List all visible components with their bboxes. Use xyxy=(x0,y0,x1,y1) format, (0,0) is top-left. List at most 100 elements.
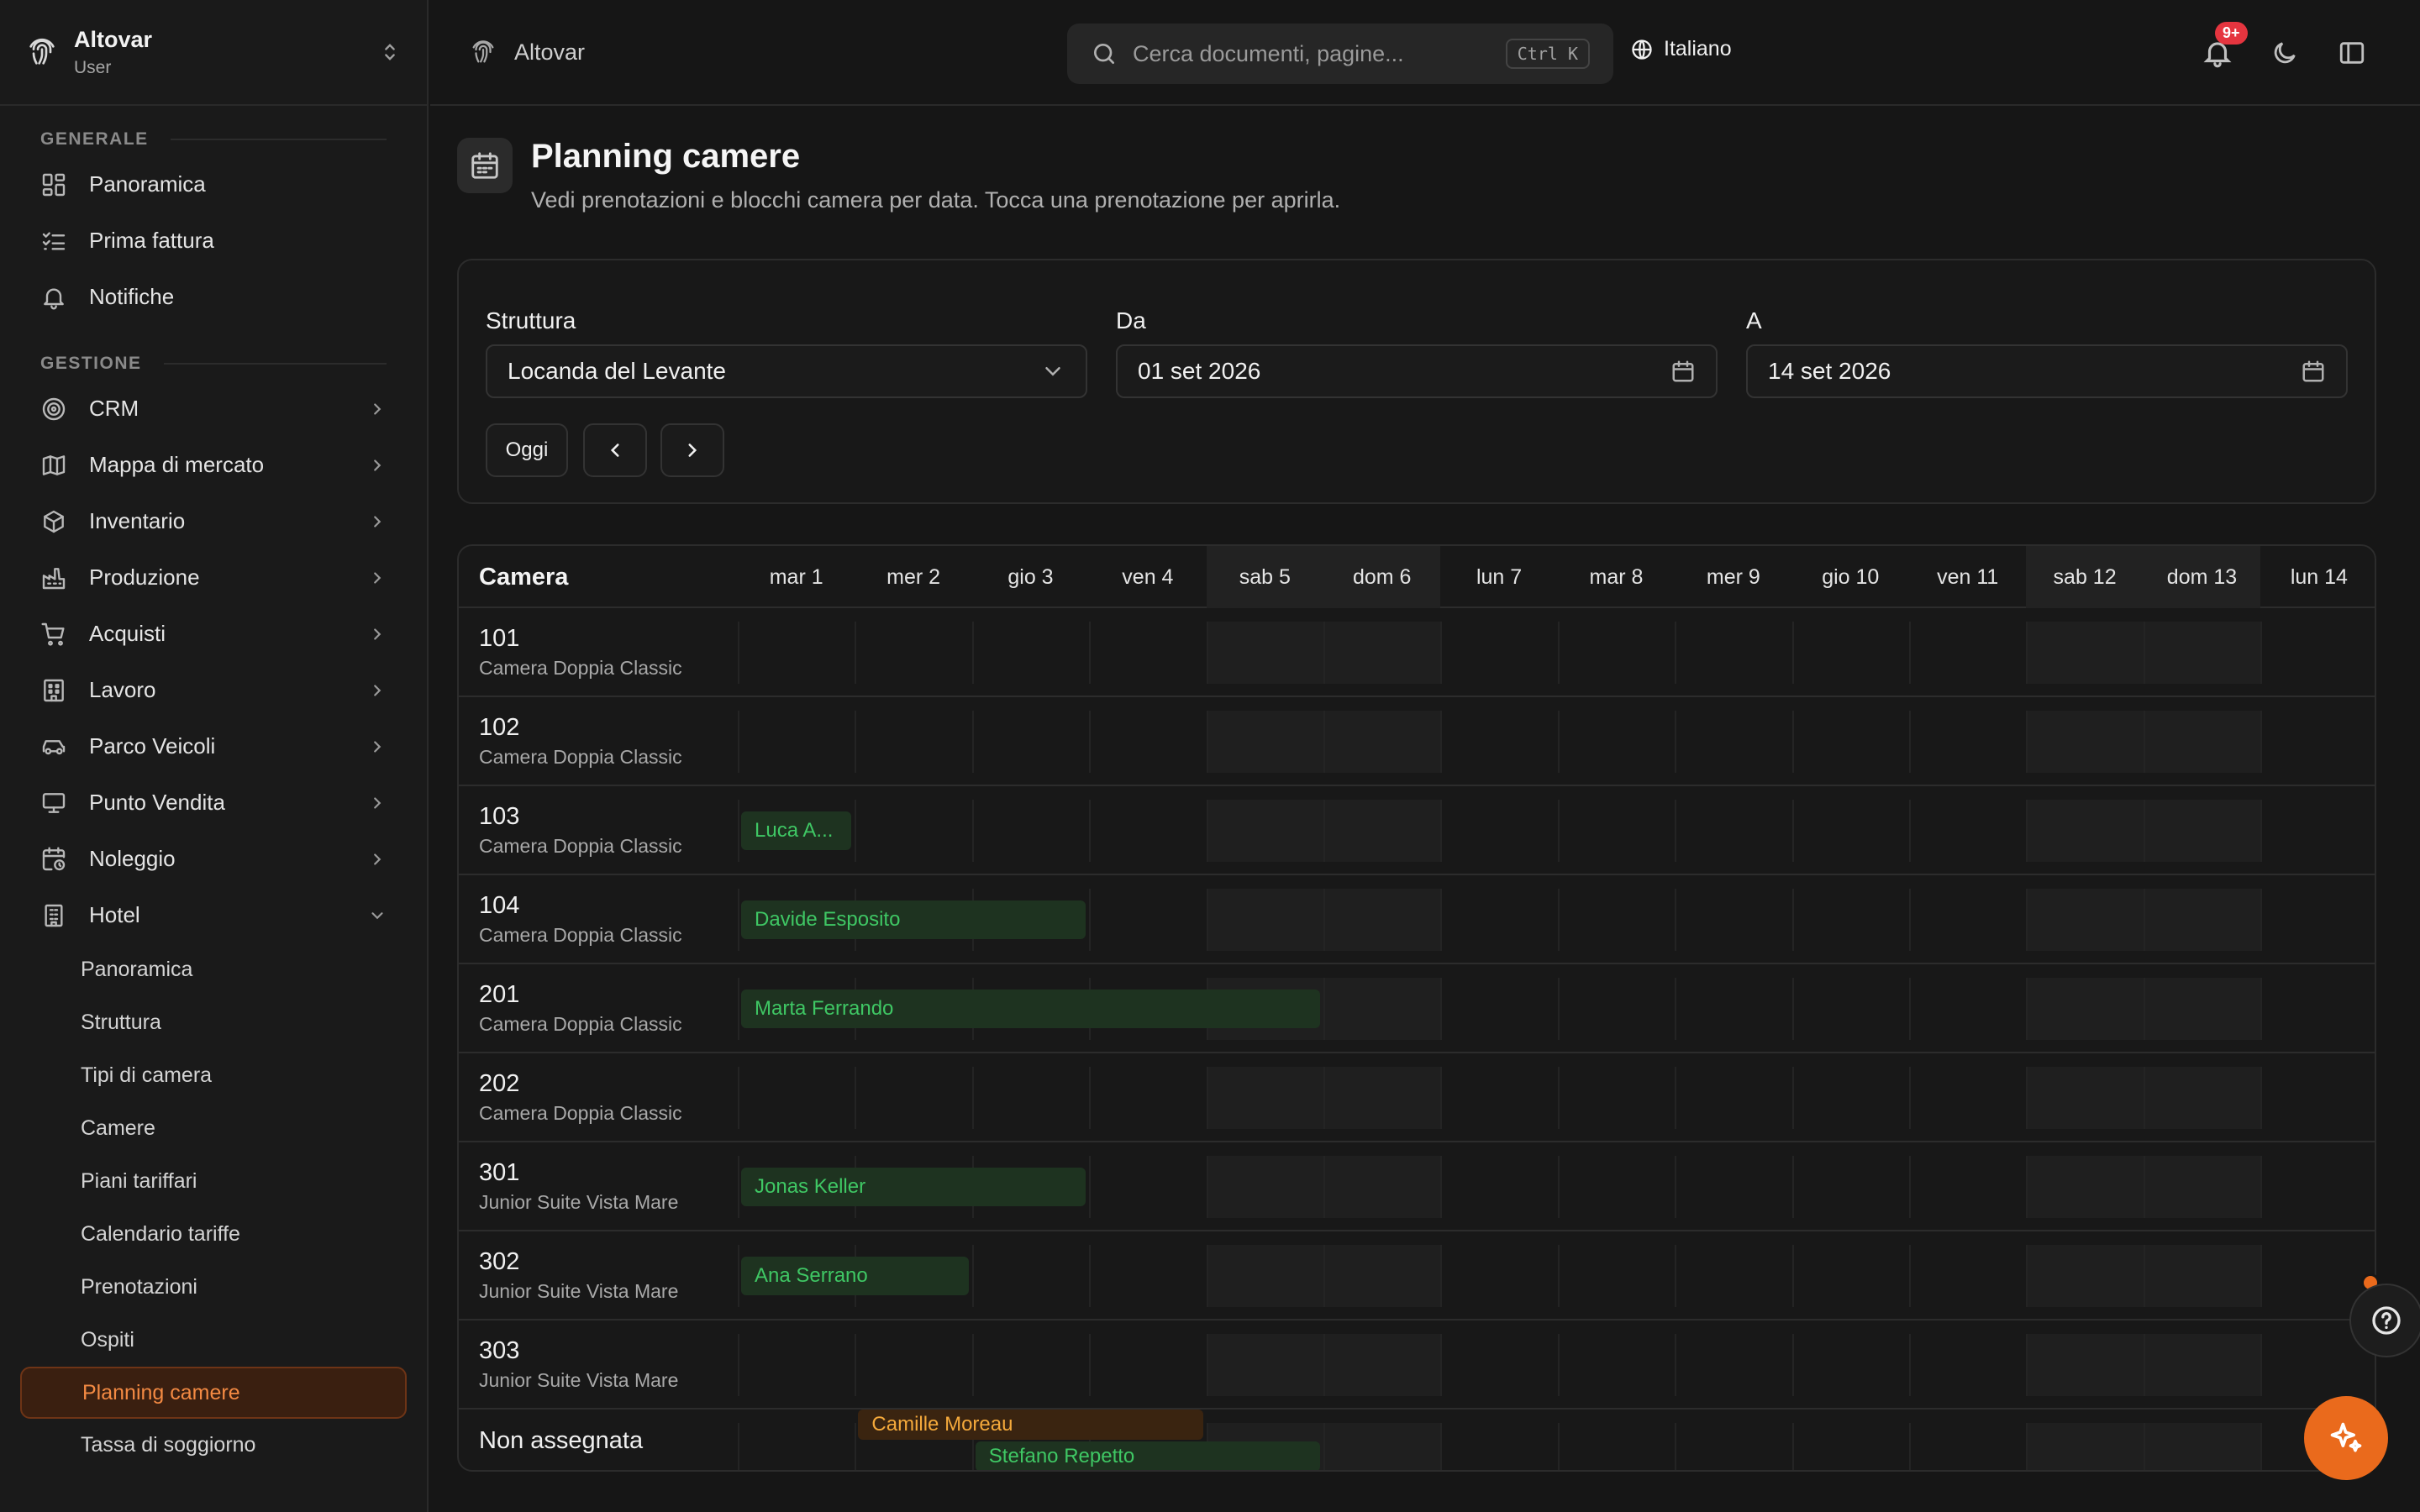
day-cell[interactable] xyxy=(1791,1423,1909,1470)
day-cell[interactable] xyxy=(1089,622,1206,684)
booking-bar[interactable]: Camille Moreau xyxy=(858,1410,1203,1440)
sidebar-subitem-planning-camere[interactable]: Planning camere xyxy=(20,1367,407,1419)
breadcrumb[interactable]: Altovar xyxy=(469,38,585,66)
day-cell[interactable] xyxy=(2026,1067,2144,1129)
day-cell[interactable] xyxy=(1440,1245,1557,1307)
day-cell[interactable] xyxy=(1206,1067,1323,1129)
sidebar-subitem-camere[interactable]: Camere xyxy=(0,1102,427,1155)
day-cell[interactable] xyxy=(1323,1067,1441,1129)
day-cell[interactable] xyxy=(1791,1156,1909,1218)
day-cell[interactable] xyxy=(1206,711,1323,773)
day-cell[interactable] xyxy=(1675,1423,1791,1470)
day-cell[interactable] xyxy=(2026,889,2144,951)
day-cell[interactable] xyxy=(1557,1334,1675,1396)
day-cell[interactable] xyxy=(2026,1334,2144,1396)
day-cell[interactable] xyxy=(1791,1067,1909,1129)
day-cell[interactable] xyxy=(2260,800,2375,862)
booking-bar[interactable]: Stefano Repetto xyxy=(975,1441,1320,1470)
day-cell[interactable] xyxy=(971,800,1089,862)
day-cell[interactable] xyxy=(738,1334,855,1396)
booking-bar[interactable]: Marta Ferrando xyxy=(741,990,1320,1028)
day-cell[interactable] xyxy=(2026,1423,2144,1470)
sidebar-item-noleggio[interactable]: Noleggio xyxy=(0,831,427,887)
sidebar-subitem-calendario-tariffe[interactable]: Calendario tariffe xyxy=(0,1208,427,1261)
sidebar-item-panoramica[interactable]: Panoramica xyxy=(0,156,427,213)
day-cell[interactable] xyxy=(1440,711,1557,773)
day-cell[interactable] xyxy=(1791,800,1909,862)
sidebar-item-punto-vendita[interactable]: Punto Vendita xyxy=(0,774,427,831)
day-cell[interactable] xyxy=(971,711,1089,773)
prev-period-button[interactable] xyxy=(583,423,647,477)
day-cell[interactable] xyxy=(1440,978,1557,1040)
search-input[interactable]: Cerca documenti, pagine... Ctrl K xyxy=(1067,24,1613,84)
sidebar-subitem-panoramica[interactable]: Panoramica xyxy=(0,943,427,996)
day-cell[interactable] xyxy=(2260,711,2375,773)
sidebar-item-prima-fattura[interactable]: Prima fattura xyxy=(0,213,427,269)
day-cell[interactable] xyxy=(1206,1156,1323,1218)
day-cell[interactable] xyxy=(1909,889,2026,951)
sidebar-subitem-tassa-di-soggiorno[interactable]: Tassa di soggiorno xyxy=(0,1419,427,1472)
help-button[interactable] xyxy=(2349,1284,2420,1357)
day-cell[interactable] xyxy=(2143,978,2261,1040)
day-cell[interactable] xyxy=(1440,1334,1557,1396)
day-cell[interactable] xyxy=(2143,1156,2261,1218)
day-cell[interactable] xyxy=(1557,622,1675,684)
day-cell[interactable] xyxy=(1557,711,1675,773)
day-cell[interactable] xyxy=(1791,889,1909,951)
day-cell[interactable] xyxy=(1909,1245,2026,1307)
day-cell[interactable] xyxy=(1675,1334,1791,1396)
ai-assistant-button[interactable] xyxy=(2304,1396,2388,1480)
day-cell[interactable] xyxy=(1675,889,1791,951)
day-cell[interactable] xyxy=(1206,622,1323,684)
workspace-switcher[interactable]: Altovar User xyxy=(0,0,427,106)
day-cell[interactable] xyxy=(1909,1156,2026,1218)
day-cell[interactable] xyxy=(1791,711,1909,773)
sidebar-subitem-piani-tariffari[interactable]: Piani tariffari xyxy=(0,1155,427,1208)
booking-bar[interactable]: Davide Esposito xyxy=(741,900,1086,939)
sidebar-item-parco-veicoli[interactable]: Parco Veicoli xyxy=(0,718,427,774)
day-cell[interactable] xyxy=(2026,1245,2144,1307)
day-cell[interactable] xyxy=(1323,711,1441,773)
sidebar-item-lavoro[interactable]: Lavoro xyxy=(0,662,427,718)
day-cell[interactable] xyxy=(1089,1156,1206,1218)
day-cell[interactable] xyxy=(971,622,1089,684)
day-cell[interactable] xyxy=(1557,1067,1675,1129)
day-cell[interactable] xyxy=(1440,1156,1557,1218)
day-cell[interactable] xyxy=(2026,622,2144,684)
day-cell[interactable] xyxy=(855,1067,971,1129)
sidebar-subitem-ospiti[interactable]: Ospiti xyxy=(0,1314,427,1367)
day-cell[interactable] xyxy=(971,1334,1089,1396)
sidebar-toggle-icon[interactable] xyxy=(2338,39,2366,67)
day-cell[interactable] xyxy=(855,800,971,862)
day-cell[interactable] xyxy=(1323,1423,1441,1470)
day-cell[interactable] xyxy=(1675,800,1791,862)
day-cell[interactable] xyxy=(1675,1156,1791,1218)
day-cell[interactable] xyxy=(1089,1334,1206,1396)
day-cell[interactable] xyxy=(1909,711,2026,773)
day-cell[interactable] xyxy=(738,1423,855,1470)
language-switcher[interactable]: Italiano xyxy=(1630,37,1732,61)
day-cell[interactable] xyxy=(1675,711,1791,773)
day-cell[interactable] xyxy=(1557,1245,1675,1307)
day-cell[interactable] xyxy=(855,711,971,773)
day-cell[interactable] xyxy=(1323,889,1441,951)
day-cell[interactable] xyxy=(2260,622,2375,684)
day-cell[interactable] xyxy=(1323,978,1441,1040)
day-cell[interactable] xyxy=(1909,1334,2026,1396)
booking-bar[interactable]: Luca A... xyxy=(741,811,852,850)
today-button[interactable]: Oggi xyxy=(486,423,568,477)
day-cell[interactable] xyxy=(1791,1245,1909,1307)
day-cell[interactable] xyxy=(1909,1067,2026,1129)
day-cell[interactable] xyxy=(1089,800,1206,862)
day-cell[interactable] xyxy=(1675,978,1791,1040)
day-cell[interactable] xyxy=(1206,889,1323,951)
booking-bar[interactable]: Ana Serrano xyxy=(741,1257,969,1295)
day-cell[interactable] xyxy=(2143,1067,2261,1129)
day-cell[interactable] xyxy=(2026,711,2144,773)
day-cell[interactable] xyxy=(971,1245,1089,1307)
day-cell[interactable] xyxy=(1909,622,2026,684)
day-cell[interactable] xyxy=(2026,1156,2144,1218)
day-cell[interactable] xyxy=(1440,1067,1557,1129)
sidebar-item-mappa-di-mercato[interactable]: Mappa di mercato xyxy=(0,437,427,493)
day-cell[interactable] xyxy=(1089,1067,1206,1129)
